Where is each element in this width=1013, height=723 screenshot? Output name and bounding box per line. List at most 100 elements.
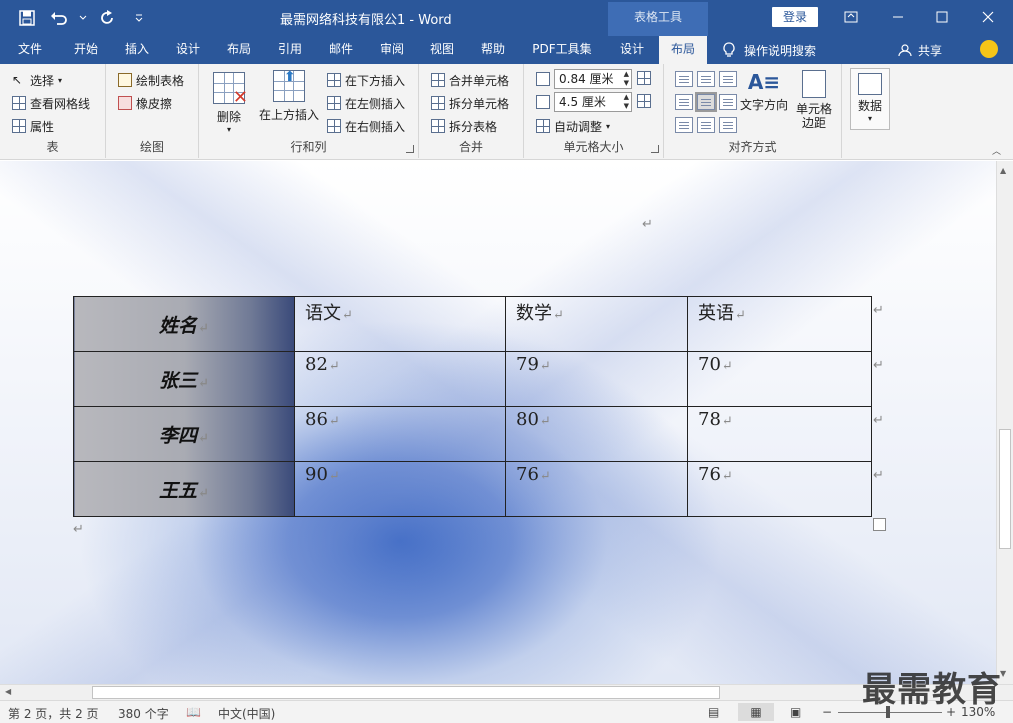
cell-size-launcher-icon[interactable] [651, 145, 659, 153]
tab-pdf-tools[interactable]: PDF工具集 [522, 36, 602, 64]
vertical-scrollbar[interactable]: ▲ ▼ [996, 161, 1013, 684]
tab-table-design[interactable]: 设计 [609, 36, 655, 64]
insert-right-button[interactable]: 在右侧插入 [327, 116, 405, 136]
insert-above-button[interactable]: ⬆ 在上方插入 [257, 69, 321, 123]
undo-dropdown-button[interactable] [78, 6, 88, 30]
table-cell[interactable]: 王五↵ [73, 461, 295, 517]
ribbon: ↖ 选择 ▾ 查看网格线 属性 表 绘制表格 橡皮擦 绘图 ✕ 删除 ▾ ⬆ 在… [0, 64, 1013, 160]
table-cell[interactable]: 张三↵ [73, 351, 295, 407]
insert-below-button[interactable]: 在下方插入 [327, 70, 405, 90]
distribute-rows-icon[interactable] [637, 71, 651, 85]
tab-help[interactable]: 帮助 [470, 36, 516, 64]
cell-margins-button[interactable]: 单元格 边距 [792, 70, 836, 130]
table-cell[interactable]: 数学↵ [505, 296, 688, 352]
text-direction-button[interactable]: A≡ 文字方向 [738, 68, 790, 113]
insert-left-button[interactable]: 在左侧插入 [327, 93, 405, 113]
page-count[interactable]: 第 2 页，共 2 页 [8, 705, 99, 722]
tab-view[interactable]: 视图 [419, 36, 465, 64]
table-cell[interactable]: 82↵ [294, 351, 506, 407]
tab-mailings[interactable]: 邮件 [318, 36, 364, 64]
table-cell[interactable]: 姓名↵ [73, 296, 295, 352]
align-middle-left-button[interactable] [675, 94, 693, 110]
column-width-input[interactable]: 4.5 厘米 ▲ ▼ [554, 92, 632, 112]
row-height-input[interactable]: 0.84 厘米 ▲ ▼ [554, 69, 632, 89]
tab-design[interactable]: 设计 [164, 36, 212, 64]
share-button[interactable]: 共享 [898, 36, 942, 64]
minimize-button[interactable] [884, 6, 912, 28]
tab-layout[interactable]: 布局 [216, 36, 262, 64]
tab-references[interactable]: 引用 [267, 36, 313, 64]
tab-table-layout[interactable]: 布局 [659, 36, 707, 64]
properties-button[interactable]: 属性 [12, 116, 54, 136]
delete-button[interactable]: ✕ 删除 ▾ [209, 72, 249, 134]
scroll-left-icon[interactable]: ◀ [5, 687, 11, 696]
align-top-right-button[interactable] [719, 71, 737, 87]
split-cells-button[interactable]: 拆分单元格 [431, 93, 509, 113]
print-layout-icon[interactable]: ▦ [738, 703, 774, 721]
table-cell[interactable]: 80↵ [505, 406, 688, 462]
word-count[interactable]: 380 个字 [118, 705, 169, 722]
align-middle-right-button[interactable] [719, 94, 737, 110]
align-bottom-right-button[interactable] [719, 117, 737, 133]
web-layout-icon[interactable]: ▣ [790, 705, 801, 719]
scroll-up-icon[interactable]: ▲ [1000, 166, 1006, 175]
table-cell[interactable]: 76↵ [505, 461, 688, 517]
login-button[interactable]: 登录 [772, 7, 818, 27]
align-bottom-left-button[interactable] [675, 117, 693, 133]
table-resize-handle[interactable] [873, 518, 886, 531]
spinner-arrows-icon[interactable]: ▲ ▼ [624, 70, 629, 88]
align-top-center-button[interactable] [697, 71, 715, 87]
save-button[interactable] [14, 6, 40, 30]
split-cells-icon [431, 96, 445, 110]
row-height-icon [536, 72, 550, 86]
draw-table-button[interactable]: 绘制表格 [118, 70, 184, 90]
merge-cells-button[interactable]: 合并单元格 [431, 70, 509, 90]
spinner-arrows-icon[interactable]: ▲ ▼ [624, 93, 629, 111]
customize-qat-button[interactable] [126, 6, 152, 30]
ribbon-display-options-button[interactable] [837, 6, 865, 28]
align-bottom-center-button[interactable] [697, 117, 715, 133]
tab-file[interactable]: 文件 [8, 36, 52, 64]
column-width-icon [536, 95, 550, 109]
redo-button[interactable] [94, 6, 120, 30]
proofing-icon[interactable]: 📖 [186, 705, 201, 719]
feedback-smiley-icon[interactable] [980, 40, 998, 58]
table-cell[interactable]: 英语↵ [687, 296, 872, 352]
minimize-icon [893, 16, 903, 18]
align-middle-center-button[interactable] [695, 92, 717, 112]
table-cell[interactable]: 78↵ [687, 406, 872, 462]
eraser-button[interactable]: 橡皮擦 [118, 93, 172, 113]
vertical-scroll-thumb[interactable] [999, 429, 1011, 549]
view-gridlines-button[interactable]: 查看网格线 [12, 93, 90, 113]
tab-insert[interactable]: 插入 [114, 36, 160, 64]
undo-button[interactable] [46, 6, 72, 30]
horizontal-scroll-thumb[interactable] [92, 686, 720, 699]
zoom-slider[interactable] [838, 712, 942, 713]
grades-table[interactable]: 姓名↵ 语文↵ 数学↵ 英语↵ 张三↵ 82↵ 79↵ 70↵ 李四↵ 86↵ … [73, 296, 872, 517]
split-table-button[interactable]: 拆分表格 [431, 116, 497, 136]
table-cell[interactable]: 李四↵ [73, 406, 295, 462]
read-mode-icon[interactable]: ▤ [708, 705, 719, 719]
rows-columns-launcher-icon[interactable] [406, 145, 414, 153]
zoom-out-icon[interactable]: − [822, 705, 832, 719]
table-cell[interactable]: 70↵ [687, 351, 872, 407]
table-cell[interactable]: 86↵ [294, 406, 506, 462]
table-cell[interactable]: 语文↵ [294, 296, 506, 352]
close-button[interactable] [974, 6, 1002, 28]
autofit-button[interactable]: 自动调整 ▾ [536, 116, 610, 136]
data-button[interactable]: 数据 ▾ [850, 68, 890, 130]
select-button[interactable]: ↖ 选择 ▾ [12, 70, 62, 90]
language-indicator[interactable]: 中文(中国) [218, 705, 275, 722]
tell-me-search[interactable]: 操作说明搜索 [722, 36, 816, 64]
table-cell[interactable]: 90↵ [294, 461, 506, 517]
document-canvas[interactable]: ↵ 姓名↵ 语文↵ 数学↵ 英语↵ 张三↵ 82↵ 79↵ 70↵ 李四↵ 86… [0, 161, 996, 684]
tab-review[interactable]: 审阅 [369, 36, 415, 64]
data-icon [858, 73, 882, 95]
table-cell[interactable]: 79↵ [505, 351, 688, 407]
table-cell[interactable]: 76↵ [687, 461, 872, 517]
maximize-button[interactable] [928, 6, 956, 28]
align-top-left-button[interactable] [675, 71, 693, 87]
collapse-ribbon-icon[interactable]: ︿ [992, 144, 1001, 157]
tab-home[interactable]: 开始 [62, 36, 110, 64]
distribute-columns-icon[interactable] [637, 94, 651, 108]
